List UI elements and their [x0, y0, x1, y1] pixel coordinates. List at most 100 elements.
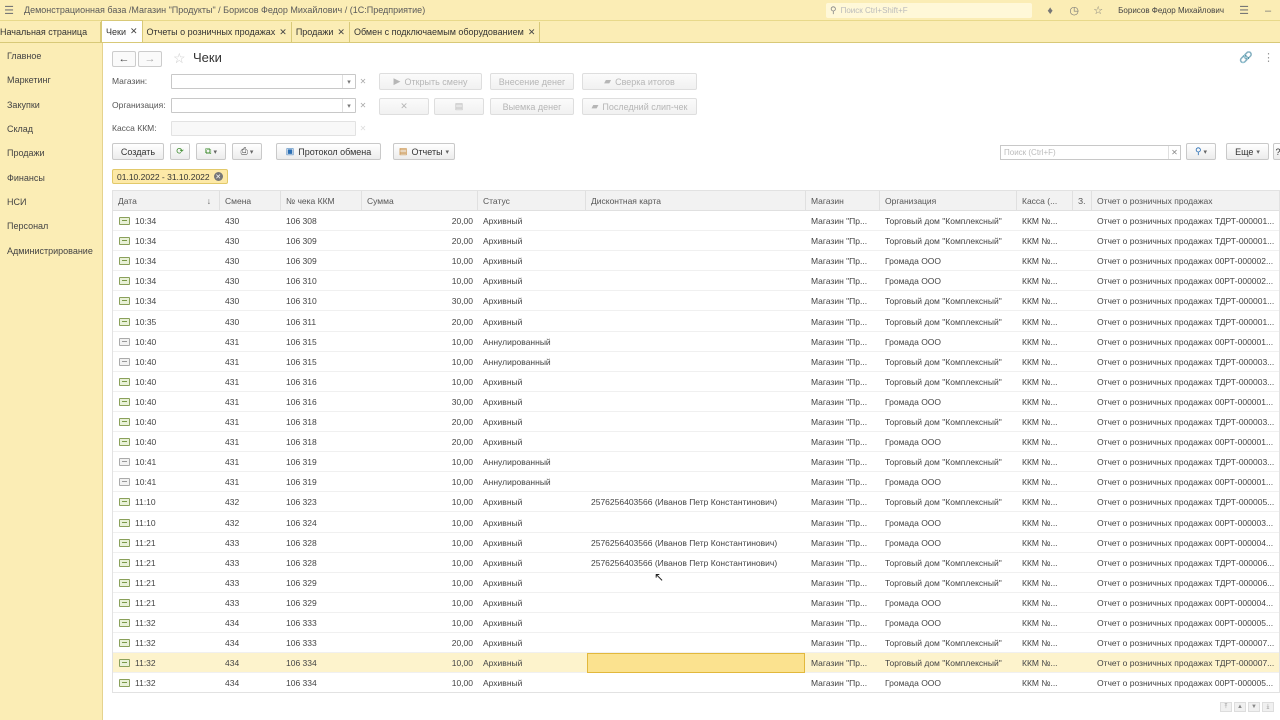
sidebar-item-main[interactable]: Главное [0, 44, 102, 68]
more-vertical-icon[interactable]: ⋮ [1263, 51, 1274, 64]
col-header-check-no[interactable]: № чека ККМ [281, 191, 362, 211]
scroll-bottom-icon[interactable]: ⤓ [1262, 702, 1274, 712]
favorite-star-icon[interactable]: ☆ [173, 50, 186, 67]
table-row[interactable]: 10:41 431 106 319 10,00 Аннулированный Магази… [113, 452, 1279, 473]
menu-icon[interactable]: ☰ [0, 0, 18, 21]
chevron-down-icon[interactable]: ▾ [342, 99, 355, 112]
period-filter[interactable]: 01.10.2022 - 31.10.2022 ✕ [112, 169, 228, 184]
open-shift-button[interactable]: ▶ Открыть смену [379, 73, 482, 90]
help-button[interactable]: ? [1273, 143, 1280, 160]
clear-icon[interactable]: ✕ [357, 98, 369, 113]
cash-in-button[interactable]: Внесение денег [490, 73, 574, 90]
table-row[interactable]: 11:32 434 106 334 10,00 Архивный Магазин "Пр.… [113, 653, 1279, 674]
col-header-status[interactable]: Статус [478, 191, 586, 211]
col-header-date[interactable]: Дата ↓ [113, 191, 220, 211]
col-header-report[interactable]: Отчет о розничных продажах [1092, 191, 1279, 211]
kkm-field[interactable] [171, 121, 356, 136]
table-row[interactable]: 11:32 434 106 333 20,00 Архивный Магазин "Пр.… [113, 633, 1279, 654]
table-row[interactable]: 10:40 431 106 316 10,00 Архивный Магазин "Пр.… [113, 372, 1279, 392]
back-button[interactable]: ← [112, 51, 136, 67]
table-row[interactable]: 11:10 432 106 324 10,00 Архивный Магазин "Пр.… [113, 513, 1279, 533]
table-row[interactable]: 11:32 434 106 333 10,00 Архивный Магазин "Пр.… [113, 613, 1279, 634]
create-button[interactable]: Создать [112, 143, 164, 160]
link-icon[interactable]: 🔗 [1239, 51, 1253, 64]
chevron-down-icon[interactable]: ▾ [342, 75, 355, 88]
forward-button[interactable]: → [138, 51, 162, 67]
table-row[interactable]: 10:34 430 106 310 10,00 Архивный Магазин "Пр.… [113, 271, 1279, 292]
last-slip-button[interactable]: ▰ Последний слип-чек [582, 98, 697, 115]
table-row[interactable]: 10:34 430 106 309 10,00 Архивный Магазин "Пр.… [113, 251, 1279, 272]
tab-retail-reports[interactable]: Отчеты о розничных продажах ✕ [143, 22, 292, 42]
table-row[interactable]: 10:34 430 106 308 20,00 Архивный Магазин "Пр.… [113, 211, 1279, 232]
history-icon[interactable]: ◷ [1062, 4, 1086, 17]
col-header-kkm[interactable]: Касса (... [1017, 191, 1073, 211]
table-row[interactable]: 10:40 431 106 318 20,00 Архивный Магазин "Пр.… [113, 432, 1279, 453]
sidebar-item-personnel[interactable]: Персонал [0, 214, 102, 238]
store-field[interactable]: ▾ [171, 74, 356, 89]
user-name[interactable]: Борисов Федор Михайлович [1118, 6, 1224, 15]
col-header-shift[interactable]: Смена [220, 191, 281, 211]
tab-home[interactable]: Начальная страница [0, 22, 101, 42]
table-row[interactable]: 11:21 433 106 329 10,00 Архивный Магазин "Пр.… [113, 573, 1279, 593]
clear-search-icon[interactable]: ✕ [1168, 146, 1180, 159]
clear-icon[interactable]: ✕ [357, 74, 369, 89]
clear-period-icon[interactable]: ✕ [213, 172, 223, 181]
reports-button[interactable]: ▤ Отчеты ▾ [393, 143, 455, 160]
reconcile-button[interactable]: ▰ Сверка итогов [582, 73, 697, 90]
more-button[interactable]: Еще ▾ [1226, 143, 1269, 160]
close-icon[interactable]: ✕ [279, 27, 287, 38]
col-header-z[interactable]: З. [1073, 191, 1092, 211]
table-row[interactable]: 10:34 430 106 309 20,00 Архивный Магазин "Пр.… [113, 231, 1279, 252]
sidebar-item-admin[interactable]: Администрирование [0, 238, 102, 262]
table-row[interactable]: 11:32 434 106 334 10,00 Архивный Магазин "Пр.… [113, 673, 1279, 692]
cash-out-button[interactable]: Выемка денег [490, 98, 574, 115]
table-row[interactable]: 10:40 431 106 315 10,00 Аннулированный Магази… [113, 332, 1279, 352]
close-icon[interactable]: ✕ [337, 27, 345, 38]
tab-equipment-exchange[interactable]: Обмен с подключаемым оборудованием ✕ [350, 22, 541, 42]
tab-sales[interactable]: Продажи ✕ [292, 22, 350, 42]
close-shift-button[interactable]: ✕ [379, 98, 429, 115]
table-row[interactable]: 10:40 431 106 316 30,00 Архивный Магазин "Пр.… [113, 392, 1279, 412]
close-icon[interactable]: ✕ [130, 26, 138, 37]
scroll-down-icon[interactable]: ▼ [1248, 702, 1260, 712]
star-icon[interactable]: ☆ [1086, 4, 1110, 17]
print-x-report-button[interactable]: ▤ [434, 98, 484, 115]
refresh-button[interactable]: ⟳ [170, 143, 190, 160]
table-row[interactable]: 10:40 431 106 315 10,00 Аннулированный Магази… [113, 352, 1279, 372]
col-header-org[interactable]: Организация [880, 191, 1017, 211]
scroll-top-icon[interactable]: ⤒ [1220, 702, 1232, 712]
table-row[interactable]: 11:21 433 106 329 10,00 Архивный Магазин "Пр.… [113, 593, 1279, 613]
minimize-icon[interactable]: – [1256, 5, 1280, 17]
create-based-on-button[interactable]: ⧉ ▾ [196, 143, 226, 160]
sidebar-item-marketing[interactable]: Маркетинг [0, 68, 102, 92]
close-icon[interactable]: ✕ [528, 27, 536, 38]
sidebar-item-purchases[interactable]: Закупки [0, 93, 102, 117]
table-row[interactable]: 10:35 430 106 311 20,00 Архивный Магазин "Пр.… [113, 312, 1279, 332]
clear-icon[interactable]: ✕ [357, 121, 369, 136]
table-row[interactable]: 10:41 431 106 319 10,00 Аннулированный Магази… [113, 472, 1279, 493]
col-header-store[interactable]: Магазин [806, 191, 880, 211]
sidebar-item-finance[interactable]: Финансы [0, 165, 102, 189]
scroll-up-icon[interactable]: ▲ [1234, 702, 1246, 712]
print-button[interactable]: ⎙ ▾ [232, 143, 262, 160]
search-button[interactable]: ⚲ ▾ [1186, 143, 1216, 160]
sidebar-item-nsi[interactable]: НСИ [0, 190, 102, 214]
sidebar-item-sales[interactable]: Продажи [0, 141, 102, 165]
list-search-input[interactable]: Поиск (Ctrl+F) ✕ [1000, 145, 1181, 160]
bell-icon[interactable]: ♦ [1038, 5, 1062, 17]
global-search-input[interactable]: ⚲ Поиск Ctrl+Shift+F [826, 3, 1032, 18]
exchange-log-button[interactable]: ▣ Протокол обмена [276, 143, 381, 160]
sidebar-item-warehouse[interactable]: Склад [0, 117, 102, 141]
table-row[interactable]: 11:10 432 106 323 10,00 Архивный 257625640356… [113, 492, 1279, 513]
table-row[interactable]: 10:40 431 106 318 20,00 Архивный Магазин "Пр.… [113, 412, 1279, 433]
cell-shift: 430 [225, 236, 240, 247]
col-header-sum[interactable]: Сумма [362, 191, 478, 211]
cell-card [586, 653, 806, 673]
table-row[interactable]: 11:21 433 106 328 10,00 Архивный 257625640356… [113, 533, 1279, 553]
tab-checks[interactable]: Чеки ✕ [101, 20, 143, 42]
table-row[interactable]: 10:34 430 106 310 30,00 Архивный Магазин "Пр.… [113, 291, 1279, 312]
settings-menu-icon[interactable]: ☰ [1232, 4, 1256, 17]
org-field[interactable]: ▾ [171, 98, 356, 113]
col-header-discount-card[interactable]: Дисконтная карта [586, 191, 806, 211]
table-row[interactable]: 11:21 433 106 328 10,00 Архивный 257625640356… [113, 553, 1279, 573]
